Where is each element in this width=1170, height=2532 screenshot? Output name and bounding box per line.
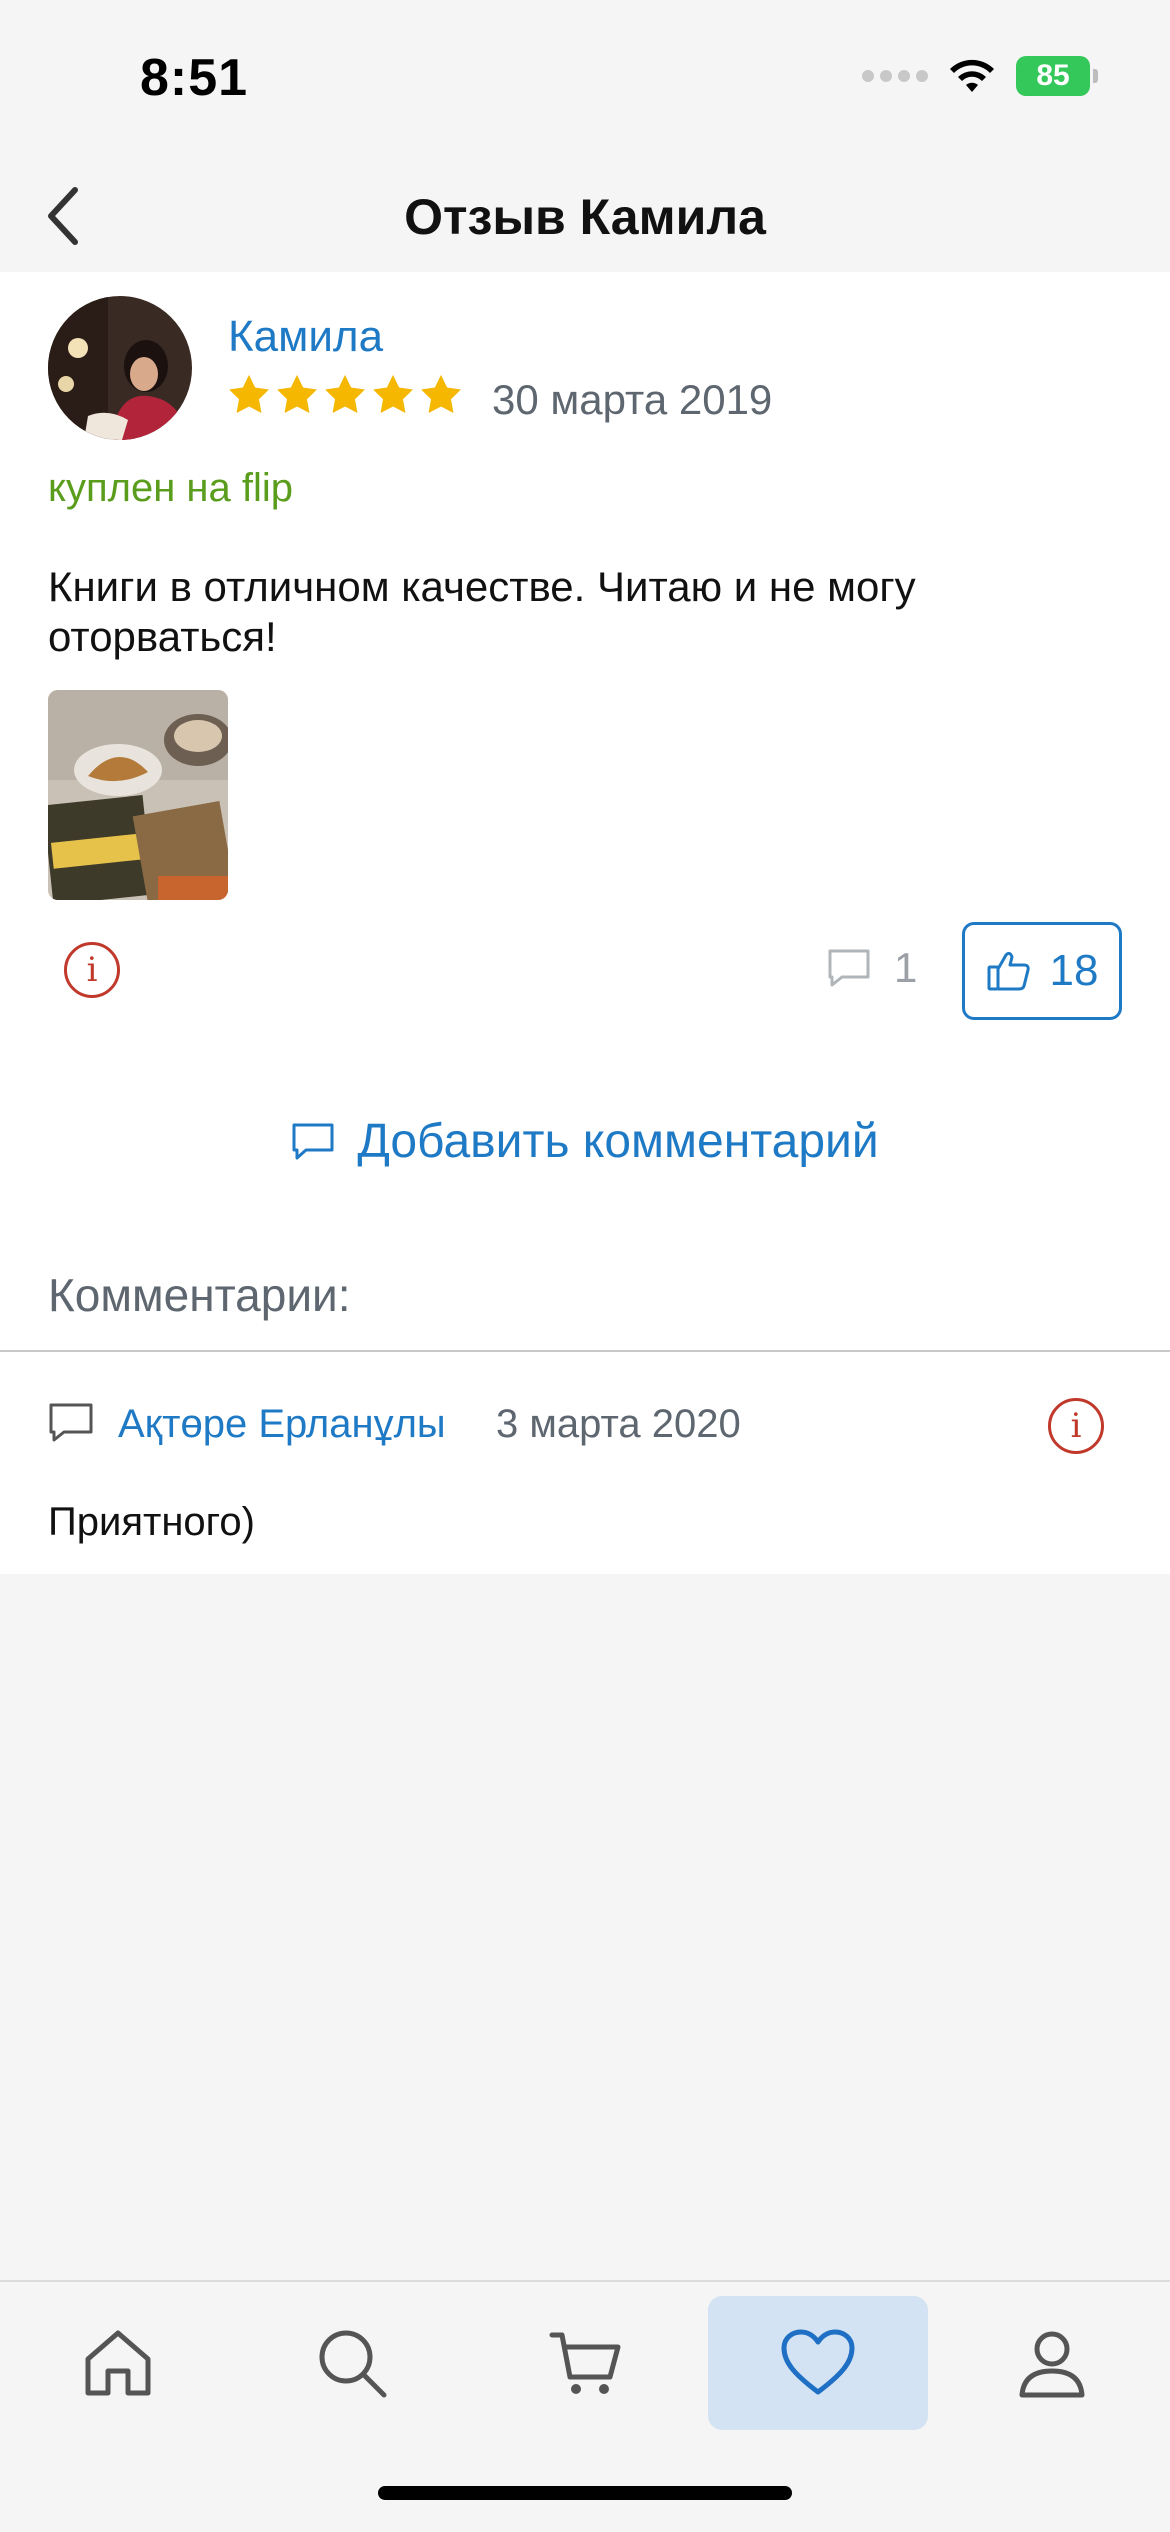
battery-indicator: 85 bbox=[1016, 56, 1098, 96]
star-icon bbox=[325, 374, 365, 414]
thumbs-up-icon bbox=[987, 951, 1030, 991]
home-icon bbox=[85, 2330, 151, 2396]
avatar[interactable] bbox=[48, 296, 192, 440]
nav-bar: Отзыв Камила bbox=[0, 160, 1170, 272]
comments-count-value: 1 bbox=[894, 944, 918, 991]
review-photo-thumbnail[interactable] bbox=[48, 690, 228, 900]
comments-heading: Комментарии: bbox=[48, 1269, 351, 1321]
search-icon bbox=[319, 2330, 387, 2398]
star-icon bbox=[277, 374, 317, 414]
review-photo bbox=[48, 690, 228, 900]
report-review-button[interactable]: i bbox=[64, 942, 120, 998]
divider bbox=[0, 1350, 1170, 1352]
bought-on-flip-label: куплен на flip bbox=[48, 466, 293, 510]
star-icon bbox=[373, 374, 413, 414]
status-bar: 8:51 85 bbox=[0, 0, 1170, 160]
comment-icon bbox=[828, 949, 870, 987]
page-title: Отзыв Камила bbox=[404, 189, 766, 245]
cart-icon bbox=[549, 2332, 621, 2394]
status-indicators: 85 bbox=[862, 56, 1098, 96]
comment-icon bbox=[292, 1123, 334, 1159]
add-comment-label: Добавить комментарий bbox=[357, 1115, 879, 1168]
star-icon bbox=[229, 374, 269, 414]
heart-icon bbox=[781, 2329, 855, 2395]
comments-count[interactable]: 1 bbox=[826, 944, 917, 992]
status-time: 8:51 bbox=[140, 49, 249, 107]
star-icon bbox=[421, 374, 461, 414]
comment-icon bbox=[49, 1403, 93, 1442]
tab-cart[interactable] bbox=[476, 2296, 696, 2430]
review-text: Книги в отличном качестве. Читаю и не мо… bbox=[48, 563, 916, 660]
review-date: 30 марта 2019 bbox=[492, 376, 773, 423]
info-icon: i bbox=[1070, 1406, 1082, 1446]
report-comment-button[interactable]: i bbox=[1048, 1398, 1104, 1454]
review-author[interactable]: Камила bbox=[228, 312, 383, 362]
profile-icon bbox=[1019, 2331, 1085, 2398]
comment-date: 3 марта 2020 bbox=[496, 1402, 741, 1446]
cellular-signal-icon bbox=[862, 70, 928, 82]
info-icon: i bbox=[86, 950, 98, 990]
like-button[interactable]: 18 bbox=[962, 922, 1122, 1020]
home-indicator[interactable] bbox=[378, 2486, 792, 2500]
comment-author[interactable]: Ақтөре Ерланұлы bbox=[118, 1402, 446, 1447]
tab-search[interactable] bbox=[242, 2296, 462, 2430]
add-comment-button[interactable]: Добавить комментарий bbox=[0, 1114, 1170, 1169]
tab-profile[interactable] bbox=[942, 2296, 1162, 2430]
tab-favorites[interactable] bbox=[708, 2296, 928, 2430]
review-card: Камила 30 марта 2019 куплен на flip Книг… bbox=[0, 272, 1170, 1574]
likes-count: 18 bbox=[1049, 946, 1099, 995]
battery-level: 85 bbox=[1036, 59, 1070, 92]
comment-text: Приятного) bbox=[48, 1500, 255, 1544]
avatar-photo bbox=[48, 296, 192, 440]
wifi-icon bbox=[950, 59, 994, 92]
tab-home[interactable] bbox=[8, 2296, 228, 2430]
rating-stars bbox=[226, 372, 464, 418]
